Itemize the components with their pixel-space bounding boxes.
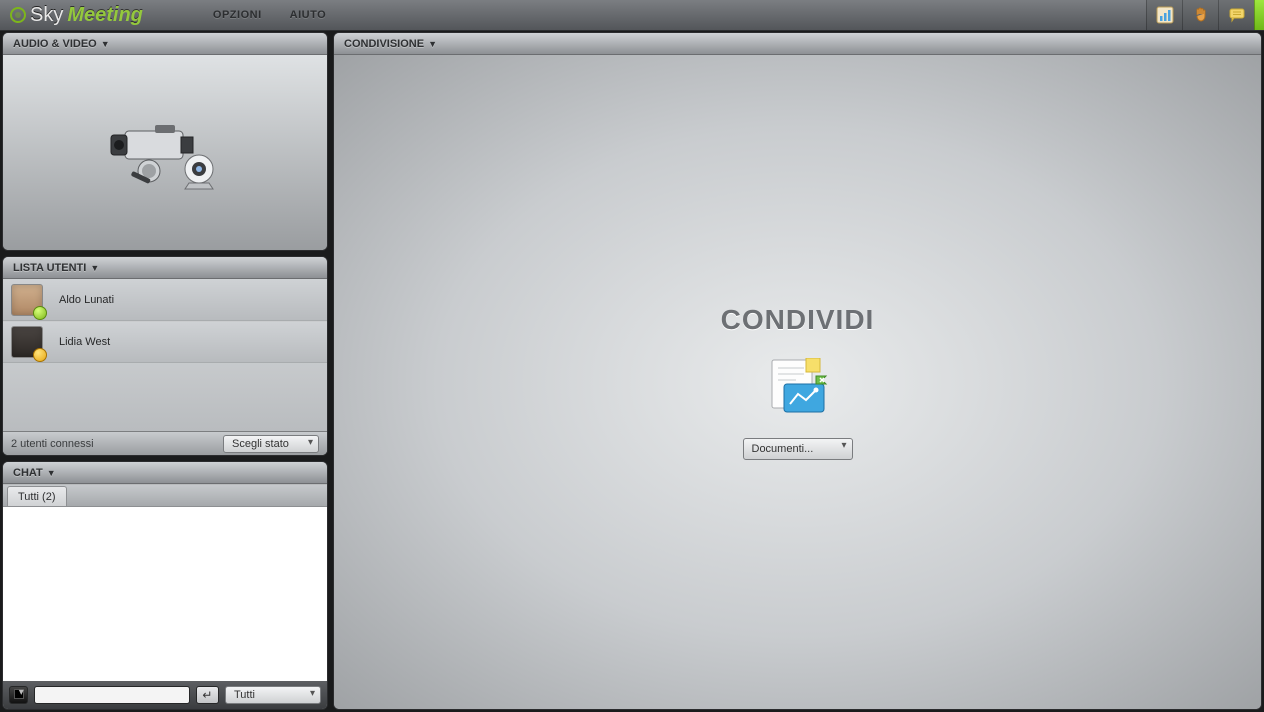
chevron-down-icon: ▼ — [47, 468, 56, 478]
chat-tabs: Tutti (2) — [3, 484, 327, 506]
share-headline: CONDIVIDI — [721, 304, 875, 336]
share-panel: CONDIVISIONE ▼ CONDIVIDI — [333, 32, 1262, 710]
user-name: Aldo Lunati — [59, 294, 114, 306]
chat-title: CHAT — [13, 467, 43, 479]
chat-toggle-button[interactable] — [1218, 0, 1254, 30]
workspace: AUDIO & VIDEO ▼ — [0, 30, 1264, 712]
avatar-wrap — [11, 326, 43, 358]
connected-count-label: 2 utenti connessi — [11, 438, 94, 450]
chat-bubble-icon — [1228, 6, 1246, 24]
send-button[interactable]: ↵ — [196, 686, 219, 704]
chat-panel: CHAT ▼ Tutti (2) ↵ Tutti — [2, 461, 328, 710]
right-column: CONDIVISIONE ▼ CONDIVIDI — [333, 32, 1262, 710]
chevron-down-icon: ▼ — [90, 263, 99, 273]
documents-select-label: Documenti... — [752, 443, 814, 455]
chat-tab-all[interactable]: Tutti (2) — [7, 486, 67, 506]
chat-target-select[interactable]: Tutti — [225, 686, 321, 704]
user-list-footer: 2 utenti connessi Scegli stato — [3, 431, 327, 455]
presence-moderator-icon — [33, 348, 47, 362]
user-list-spacer — [3, 363, 327, 431]
audio-video-title: AUDIO & VIDEO — [13, 38, 97, 50]
chevron-down-icon: ▼ — [101, 39, 110, 49]
left-column: AUDIO & VIDEO ▼ — [2, 32, 328, 710]
poll-icon — [1156, 6, 1174, 24]
logo-icon — [10, 7, 26, 23]
user-name: Lidia West — [59, 336, 110, 348]
chat-input[interactable] — [34, 686, 190, 704]
share-title: CONDIVISIONE — [344, 38, 424, 50]
status-select[interactable]: Scegli stato — [223, 435, 319, 453]
audio-video-header[interactable]: AUDIO & VIDEO ▼ — [3, 33, 327, 55]
user-list-body: Aldo Lunati Lidia West 2 utenti connessi… — [3, 279, 327, 455]
user-list-panel: LISTA UTENTI ▼ Aldo Lunati Lidia We — [2, 256, 328, 456]
chat-target-label: Tutti — [234, 689, 255, 701]
raise-hand-button[interactable] — [1182, 0, 1218, 30]
enter-icon: ↵ — [202, 688, 212, 702]
documents-select[interactable]: Documenti... — [743, 438, 853, 460]
user-row[interactable]: Lidia West — [3, 321, 327, 363]
swatch-black-icon — [14, 689, 24, 699]
top-menu: OPZIONI AIUTO — [213, 9, 326, 21]
chat-header[interactable]: CHAT ▼ — [3, 462, 327, 484]
share-document-icon — [766, 358, 830, 416]
user-list-title: LISTA UTENTI — [13, 262, 86, 274]
share-header[interactable]: CONDIVISIONE ▼ — [334, 33, 1261, 55]
audio-video-body — [3, 55, 327, 250]
connection-status-light — [1254, 0, 1264, 30]
chat-footer: ↵ Tutti — [3, 681, 327, 709]
user-list-header[interactable]: LISTA UTENTI ▼ — [3, 257, 327, 279]
status-select-label: Scegli stato — [232, 438, 289, 450]
user-row[interactable]: Aldo Lunati — [3, 279, 327, 321]
chat-messages-area[interactable] — [3, 506, 327, 681]
menu-help[interactable]: AIUTO — [290, 9, 327, 21]
presence-online-icon — [33, 306, 47, 320]
audio-video-panel: AUDIO & VIDEO ▼ — [2, 32, 328, 251]
share-body: CONDIVIDI D — [334, 55, 1261, 709]
raise-hand-icon — [1192, 6, 1210, 24]
camera-mic-webcam-icon — [95, 113, 235, 193]
top-bar: SkyMeeting OPZIONI AIUTO — [0, 0, 1264, 30]
app-logo: SkyMeeting — [0, 4, 153, 27]
poll-button[interactable] — [1146, 0, 1182, 30]
logo-text-sky: Sky — [30, 4, 63, 27]
avatar-wrap — [11, 284, 43, 316]
chevron-down-icon: ▼ — [428, 39, 437, 49]
text-color-picker[interactable] — [9, 686, 28, 704]
logo-text-meeting: Meeting — [67, 4, 143, 27]
menu-options[interactable]: OPZIONI — [213, 9, 262, 21]
chat-tab-label: Tutti (2) — [18, 491, 56, 503]
top-right-icons — [1146, 0, 1264, 30]
